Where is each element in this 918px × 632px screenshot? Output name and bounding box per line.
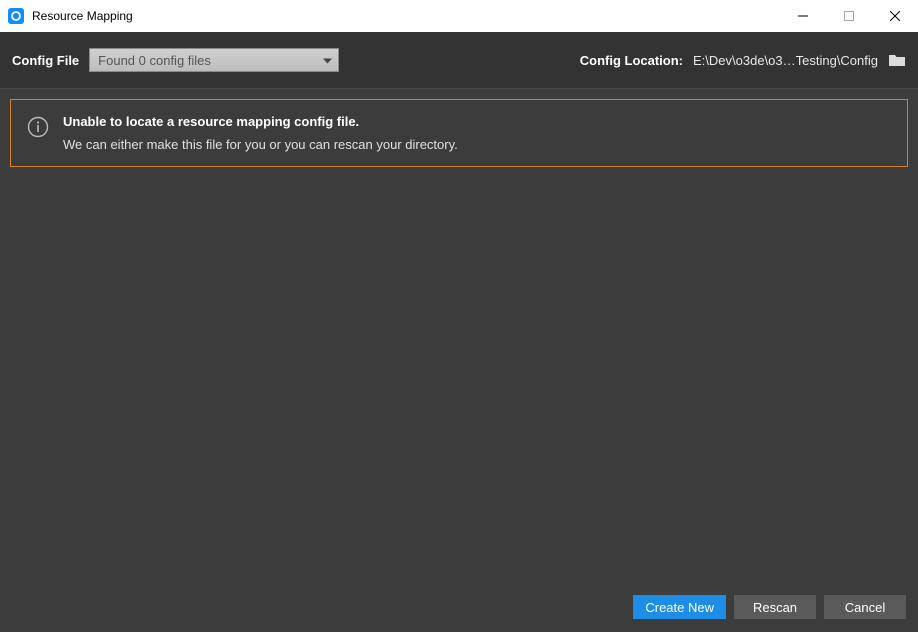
content-area: Unable to locate a resource mapping conf… (0, 89, 918, 588)
config-file-label: Config File (12, 53, 79, 68)
config-location-path: E:\Dev\o3de\o3…Testing\Config (693, 53, 878, 68)
info-banner: Unable to locate a resource mapping conf… (10, 99, 908, 167)
app-icon (8, 8, 24, 24)
cancel-button[interactable]: Cancel (824, 595, 906, 619)
maximize-button[interactable] (826, 0, 872, 32)
info-icon (27, 116, 49, 141)
titlebar: Resource Mapping (0, 0, 918, 32)
info-title: Unable to locate a resource mapping conf… (63, 114, 458, 129)
footer: Create New Rescan Cancel (0, 588, 918, 632)
window-controls (780, 0, 918, 32)
info-text: Unable to locate a resource mapping conf… (63, 114, 458, 152)
config-location-label: Config Location: (580, 53, 683, 68)
rescan-button[interactable]: Rescan (734, 595, 816, 619)
dropdown-value: Found 0 config files (98, 53, 211, 68)
config-file-dropdown[interactable]: Found 0 config files (89, 48, 339, 72)
folder-icon[interactable] (888, 53, 906, 67)
minimize-button[interactable] (780, 0, 826, 32)
create-new-button[interactable]: Create New (633, 595, 726, 619)
info-description: We can either make this file for you or … (63, 137, 458, 152)
config-bar: Config File Found 0 config files Config … (0, 32, 918, 88)
window-title: Resource Mapping (32, 9, 780, 23)
chevron-down-icon (323, 53, 332, 68)
close-button[interactable] (872, 0, 918, 32)
